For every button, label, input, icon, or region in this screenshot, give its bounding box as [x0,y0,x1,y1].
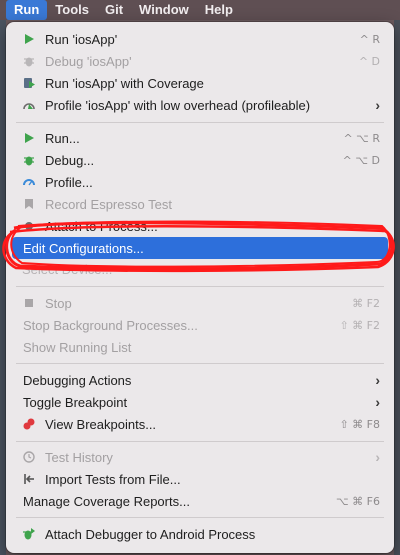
menu-item-run-app[interactable]: Run 'iosApp' ^ R [12,28,388,50]
obscured-menu-item: Select Device... [22,262,113,277]
debug-icon [22,54,36,68]
menu-item-run-coverage[interactable]: Run 'iosApp' with Coverage [12,72,388,94]
menu-item-label: Profile 'iosApp' with low overhead (prof… [45,97,311,113]
shortcut: ^ R [359,32,380,46]
menu-item-profile-app[interactable]: Profile 'iosApp' with low overhead (prof… [12,94,388,116]
attach-icon [22,219,36,233]
menu-item-label: Run 'iosApp' [45,31,118,47]
menu-item-label: Debug 'iosApp' [45,53,132,69]
menu-item-manage-coverage[interactable]: Manage Coverage Reports... ⌥ ⌘ F6 [12,490,388,512]
menu-item-debugging-actions[interactable]: Debugging Actions › [12,369,388,391]
separator [16,517,384,518]
menu-item-view-breakpoints[interactable]: View Breakpoints... ⇧ ⌘ F8 [12,413,388,435]
shortcut: ⇧ ⌘ F8 [339,417,380,431]
separator [16,441,384,442]
menu-item-debug-app[interactable]: Debug 'iosApp' ^ D [12,50,388,72]
menu-item-label: Debug... [45,152,95,168]
menu-item-label: Debugging Actions [23,372,132,388]
menubar-git[interactable]: Git [97,0,131,20]
run-menu-dropdown: Run 'iosApp' ^ R Debug 'iosApp' ^ D Run … [6,22,394,553]
shortcut: ^ ⌥ R [343,131,380,145]
menu-item-run[interactable]: Run... ^ ⌥ R [12,127,388,149]
shortcut: ⌘ F2 [352,296,380,310]
menubar-help[interactable]: Help [197,0,241,20]
menu-item-record-espresso[interactable]: Record Espresso Test [12,193,388,215]
menu-item-label: Stop Background Processes... [23,317,198,333]
menu-item-debug[interactable]: Debug... ^ ⌥ D [12,149,388,171]
menu-item-label: Profile... [45,174,93,190]
menu-item-show-running-list[interactable]: Show Running List [12,336,388,358]
submenu-arrow-icon: › [375,372,380,388]
menu-item-label: Run 'iosApp' with Coverage [45,75,204,91]
run-icon [22,131,36,145]
menu-item-label: Test History [45,449,113,465]
menu-item-label: Run... [45,130,80,146]
menu-item-test-history[interactable]: Test History › [12,446,388,468]
menu-item-import-tests[interactable]: Import Tests from File... [12,468,388,490]
stop-icon [22,296,36,310]
submenu-arrow-icon: › [375,449,380,465]
menu-item-label: Stop [45,295,72,311]
menu-item-label: Edit Configurations... [23,240,144,256]
menubar-run[interactable]: Run [6,0,48,20]
run-icon [22,32,36,46]
debug-icon [22,153,36,167]
shortcut: ^ D [358,54,380,68]
menu-item-label: Attach to Process... [45,218,158,234]
separator [16,286,384,287]
menu-item-label: View Breakpoints... [45,416,157,432]
menu-item-label: Attach Debugger to Android Process [45,526,256,542]
coverage-icon [22,76,36,90]
menu-item-label: Manage Coverage Reports... [23,493,190,509]
history-icon [22,450,36,464]
import-icon [22,472,36,486]
submenu-arrow-icon: › [375,97,380,113]
menu-item-label: Import Tests from File... [45,471,181,487]
profile-icon [22,98,36,112]
menu-item-profile[interactable]: Profile... [12,171,388,193]
menu-item-stop-background[interactable]: Stop Background Processes... ⇧ ⌘ F2 [12,314,388,336]
menu-item-toggle-breakpoint[interactable]: Toggle Breakpoint › [12,391,388,413]
separator [16,363,384,364]
background-window-right [394,20,400,555]
attach-debugger-icon [22,527,36,541]
menu-item-attach-debugger[interactable]: Attach Debugger to Android Process [12,523,388,545]
menubar-tools[interactable]: Tools [47,0,97,20]
submenu-arrow-icon: › [375,394,380,410]
shortcut: ⇧ ⌘ F2 [339,318,380,332]
breakpoints-icon [22,417,36,431]
menubar-window[interactable]: Window [131,0,197,20]
menu-item-attach-to-process[interactable]: Attach to Process... [12,215,388,237]
menu-item-label: Toggle Breakpoint [23,394,128,410]
shortcut: ⌥ ⌘ F6 [336,494,380,508]
record-icon [22,197,36,211]
menu-item-edit-configurations[interactable]: Edit Configurations... [12,237,388,259]
menu-item-stop[interactable]: Stop ⌘ F2 [12,292,388,314]
menu-item-label: Show Running List [23,339,132,355]
separator [16,122,384,123]
profile-gauge-icon [22,175,36,189]
menu-item-label: Record Espresso Test [45,196,172,212]
shortcut: ^ ⌥ D [342,153,380,167]
menu-bar: Run Tools Git Window Help [0,0,400,20]
